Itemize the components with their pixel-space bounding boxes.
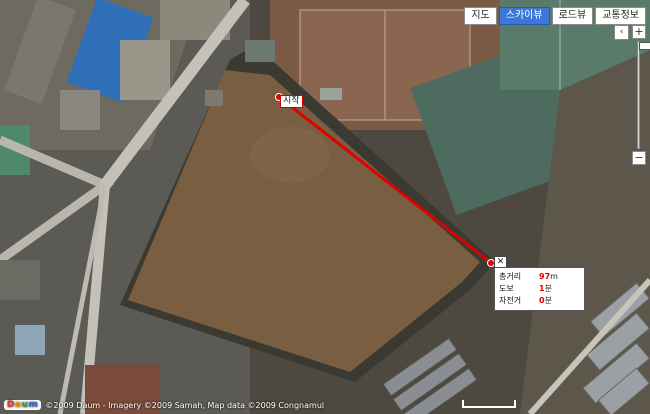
zoom-slider-handle[interactable] — [639, 42, 650, 50]
route-layer — [275, 93, 495, 267]
route-info-box: 총거리 97 m 도보 1 분 자전거 0 분 — [494, 267, 585, 311]
map-type-bar: 지도 스카이뷰 로드뷰 교통정보 — [464, 7, 646, 25]
copyright-text: ©2009 Daum - Imagery ©2009 Samah, Map da… — [45, 400, 325, 410]
scale-bar — [462, 400, 516, 408]
zoom-control: ‹ + − — [614, 25, 650, 165]
zoom-in-button[interactable]: + — [632, 25, 646, 39]
daum-logo[interactable]: Daum — [4, 400, 42, 410]
zoom-out-button[interactable]: − — [632, 151, 646, 165]
route-line — [278, 95, 492, 265]
total-distance-row: 총거리 97 m — [499, 272, 558, 281]
map-type-traffic-button[interactable]: 교통정보 — [595, 7, 646, 25]
map-type-skyview-button[interactable]: 스카이뷰 — [498, 7, 550, 25]
map-footer: Daum ©2009 Daum - Imagery ©2009 Samah, M… — [4, 400, 324, 410]
map-type-map-button[interactable]: 지도 — [464, 7, 497, 25]
route-start-label: 시작 — [280, 95, 303, 108]
walk-time-row: 도보 1 분 — [499, 284, 552, 293]
zoom-slider-track[interactable] — [637, 41, 650, 149]
map-type-roadview-button[interactable]: 로드뷰 — [551, 7, 594, 25]
bike-time-row: 자전거 0 분 — [499, 296, 552, 305]
pan-left-icon[interactable]: ‹ — [614, 25, 629, 40]
